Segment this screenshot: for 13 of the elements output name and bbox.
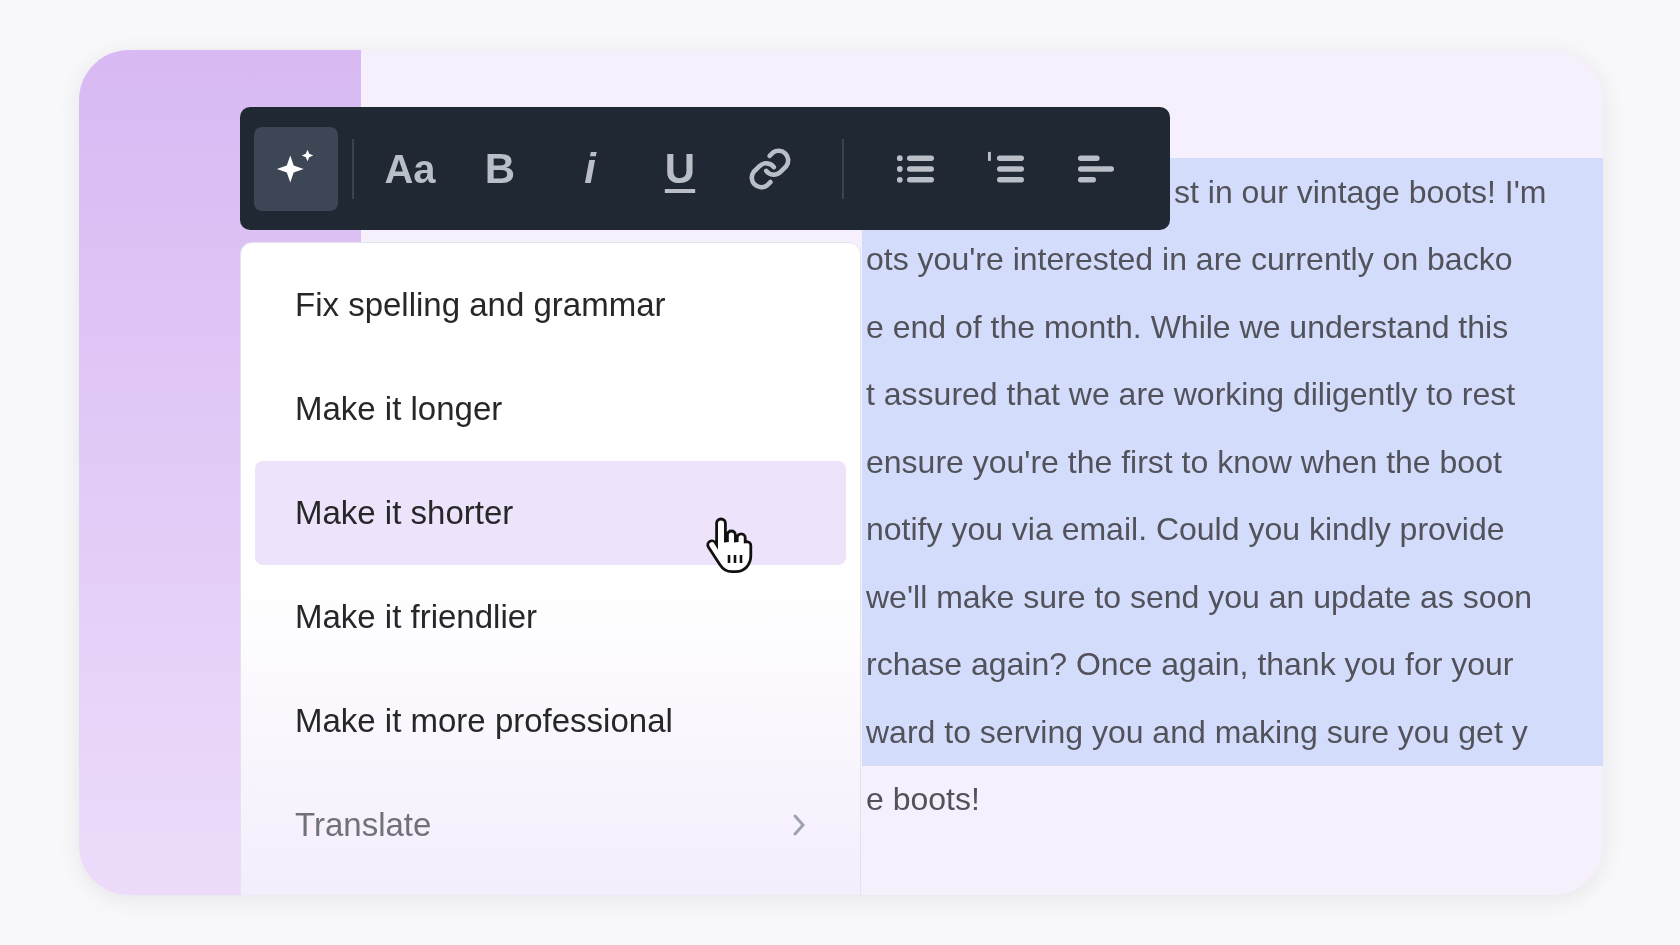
menu-item[interactable]: Make it more professional [255,669,846,773]
menu-item[interactable]: Make it friendlier [255,565,846,669]
menu-item[interactable]: Make it shorter [255,461,846,565]
underline-button[interactable]: U [638,126,722,211]
link-icon [747,145,793,192]
menu-item[interactable]: Make it longer [255,357,846,461]
italic-button[interactable]: i [548,126,632,211]
menu-item[interactable]: Fix spelling and grammar [255,253,846,357]
document-text-line: e boots! [865,780,981,820]
text-style-button[interactable]: Aa [368,126,452,211]
bold-button[interactable]: B [458,126,542,211]
menu-item[interactable]: Translate [255,773,846,877]
ai-button[interactable] [254,126,338,211]
